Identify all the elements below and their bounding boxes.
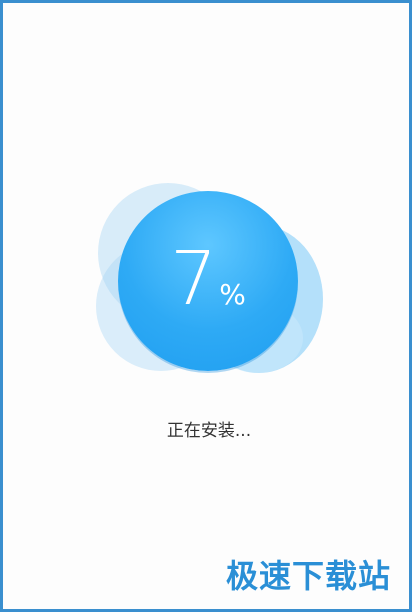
watermark-logo: 极速下载站 (225, 557, 391, 595)
progress-readout: 7 % (118, 242, 298, 316)
installer-window: 7 % 正在安装... 极速下载站 (0, 0, 412, 612)
install-status-text: 正在安装... (166, 421, 252, 441)
progress-number: 7 (170, 236, 217, 322)
progress-circle: 7 % (118, 191, 298, 371)
decorative-bubbles: 7 % (3, 3, 409, 609)
progress-percent-sign: % (219, 278, 246, 311)
